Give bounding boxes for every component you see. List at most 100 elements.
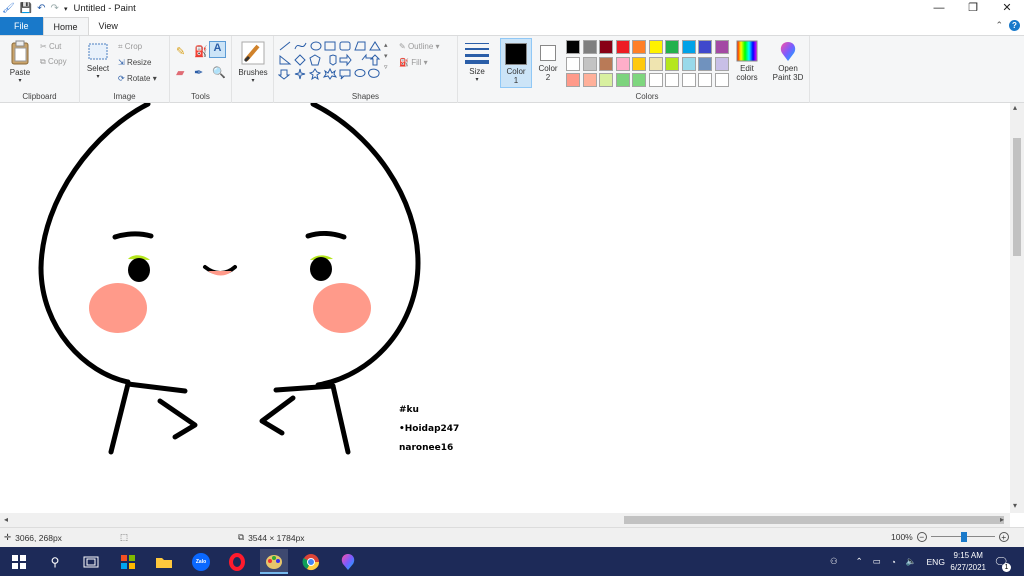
store-icon[interactable] [117,551,139,573]
horizontal-scrollbar[interactable]: ◂ ▸ [0,513,1010,527]
scroll-up-icon[interactable]: ▴ [1013,103,1017,112]
color-swatch[interactable] [566,56,580,71]
task-view-icon[interactable] [80,551,102,573]
zalo-icon[interactable]: Zalo [190,551,212,573]
redo-icon[interactable]: ↷ [51,3,59,14]
save-icon[interactable]: 💾 [20,3,32,14]
tab-view[interactable]: View [89,17,128,35]
tab-file[interactable]: File [0,17,43,35]
collapse-ribbon-icon[interactable]: ⌃ [995,20,1003,31]
color-swatch[interactable] [632,73,646,87]
paint-app-icon[interactable]: 🖌 [2,3,15,14]
cut-button[interactable]: ✂ Cut [40,42,61,51]
file-explorer-icon[interactable] [153,551,175,573]
zoom-in-icon[interactable]: + [998,532,1009,542]
color-swatch[interactable] [632,56,646,71]
color-swatch[interactable] [665,73,679,87]
person-icon[interactable]: ⚇ [830,556,838,567]
color-swatch[interactable] [714,56,729,71]
color-swatch[interactable] [582,73,597,87]
color-swatch[interactable] [698,40,712,54]
copy-button[interactable]: ⧉ Copy [40,57,67,67]
color-swatch[interactable] [632,40,646,54]
color-swatch[interactable] [582,56,597,71]
paint3d-taskbar-icon[interactable] [337,551,359,573]
color-swatch[interactable] [566,40,580,54]
opera-icon[interactable] [226,551,248,573]
scroll-down-icon[interactable]: ▾ [1013,501,1017,510]
color-swatch[interactable] [599,56,613,71]
customize-qat-icon[interactable]: ▾ [64,5,68,13]
crop-button[interactable]: ⌗ Crop [118,42,142,52]
help-icon[interactable]: ? [1009,20,1020,31]
blush-left [89,283,147,333]
color-swatch[interactable] [599,40,613,54]
battery-icon[interactable]: ▭ [873,556,881,567]
horizontal-scroll-thumb[interactable] [624,516,1004,524]
color-swatch[interactable] [665,40,679,54]
select-button[interactable]: Select ▾ [85,42,111,80]
system-tray: ⚇ ⌃ ▭ ◔ 🔈 ENG [830,547,945,576]
shapes-scroll[interactable]: ▴ ▾ ▿ [384,40,388,73]
language-indicator[interactable]: ENG [927,557,945,567]
color-swatch[interactable] [582,40,597,54]
wifi-icon[interactable]: ◔ [891,557,896,567]
close-button[interactable]: ✕ [990,0,1024,17]
color-swatch[interactable] [615,40,630,54]
color-swatch[interactable] [698,73,712,87]
color-swatch[interactable] [681,40,696,54]
zoom-slider[interactable] [930,532,995,542]
clock[interactable]: 9:15 AM 6/27/2021 [950,550,986,574]
outline-button[interactable]: ✎ Outline ▾ [399,42,440,51]
scroll-left-icon[interactable]: ◂ [4,515,8,524]
brushes-button[interactable]: Brushes ▾ [238,40,268,84]
color1-button[interactable]: Color 1 [500,38,532,88]
zoom-out-icon[interactable]: − [916,532,927,542]
fill-button[interactable]: ⛽ Fill ▾ [399,58,428,67]
text-tool-icon[interactable]: A [209,41,226,58]
eraser-icon[interactable]: ▰ [176,66,184,79]
size-button[interactable]: Size ▾ [463,41,491,83]
color-swatch[interactable] [615,56,630,71]
magnifier-icon[interactable]: 🔍 [212,66,226,79]
open-paint3d-button[interactable]: Open Paint 3D [767,40,809,82]
color-swatch[interactable] [714,73,729,87]
color-picker-icon[interactable]: ✒ [194,66,203,79]
color-swatch[interactable] [681,73,696,87]
show-hidden-icon[interactable]: ⌃ [856,556,863,567]
paint-taskbar-icon[interactable] [260,549,288,574]
search-icon[interactable]: ⚲ [44,551,66,573]
start-button[interactable] [8,551,30,573]
color-swatch[interactable] [665,56,679,71]
shapes-gallery[interactable] [278,40,392,84]
color-swatch[interactable] [648,73,663,87]
resize-button[interactable]: ⇲ Resize [118,58,151,67]
edit-colors-button[interactable]: Edit colors [732,40,762,82]
volume-icon[interactable]: 🔈 [906,556,917,567]
color2-button[interactable]: Color 2 [534,38,562,88]
vertical-scroll-thumb[interactable] [1013,138,1021,256]
color-swatch[interactable] [714,40,729,54]
scroll-right-icon[interactable]: ▸ [1000,515,1004,524]
undo-icon[interactable]: ↶ [37,3,45,14]
color-swatch[interactable] [615,73,630,87]
notification-icon[interactable]: 🗨 1 [990,551,1012,573]
chrome-icon[interactable] [300,551,322,573]
zoom-slider-thumb[interactable] [960,532,967,542]
drawing-canvas[interactable]: #ku •Hoidap247 naronee16 [0,103,1024,513]
vertical-scrollbar[interactable]: ▴ ▾ [1010,103,1024,513]
pencil-icon[interactable]: ✎ [176,45,185,58]
rotate-button[interactable]: ⟳ Rotate ▾ [118,74,157,83]
color-swatch[interactable] [648,56,663,71]
fill-bucket-icon[interactable]: ⛽ [194,45,208,58]
paste-button[interactable]: Paste ▾ [6,40,34,84]
tab-home[interactable]: Home [42,17,89,35]
restore-button[interactable]: ❐ [956,0,990,17]
color-swatch[interactable] [648,40,663,54]
minimize-button[interactable]: — [922,0,956,17]
tools-group: ✎ ⛽ A ▰ ✒ 🔍 Tools [170,36,232,103]
color-swatch[interactable] [566,73,580,87]
color-swatch[interactable] [599,73,613,87]
color-swatch[interactable] [681,56,696,71]
color-swatch[interactable] [698,56,712,71]
